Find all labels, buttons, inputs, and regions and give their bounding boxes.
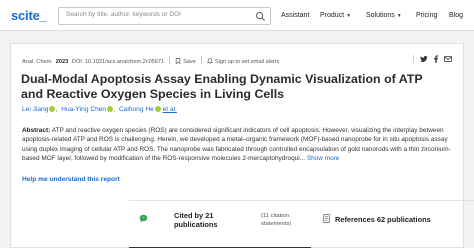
citation-tabs: " Cited by 21 publications (11 citation … xyxy=(129,200,474,248)
orcid-icon[interactable] xyxy=(154,106,161,112)
help-understand-report-link[interactable]: Help me understand this report xyxy=(22,176,120,183)
abstract: Abstract: ATP and reactive oxygen specie… xyxy=(22,126,454,163)
author-separator: , xyxy=(55,106,58,113)
email-icon[interactable] xyxy=(444,55,452,63)
meta-divider xyxy=(200,56,202,64)
tab-references[interactable]: References 62 publications xyxy=(312,201,474,248)
share-bar xyxy=(411,54,452,64)
search-input[interactable]: Search by title, author, keywords or DOI xyxy=(58,7,271,25)
more-authors-link[interactable]: et al. xyxy=(163,106,177,113)
bell-icon xyxy=(207,58,213,64)
nav-product[interactable]: Product ▼ xyxy=(320,12,351,19)
references-label: References 62 publications xyxy=(335,215,431,224)
journal-name[interactable]: Anal. Chem. xyxy=(22,59,53,65)
nav-blog[interactable]: Blog xyxy=(449,12,463,19)
citation-statements-count: (11 citation statements) xyxy=(261,213,292,227)
email-alerts-button[interactable]: Sign up to set email alerts xyxy=(207,58,279,65)
document-icon xyxy=(322,214,331,223)
nav-assistant[interactable]: Assistant xyxy=(281,12,309,19)
nav-pricing[interactable]: Pricing xyxy=(416,12,437,19)
meta-divider xyxy=(169,56,171,64)
tab-cited-by[interactable]: " Cited by 21 publications (11 citation … xyxy=(129,201,311,248)
search-placeholder: Search by title, author, keywords or DOI xyxy=(66,11,181,18)
author-link[interactable]: Lei Jiang xyxy=(22,106,48,113)
share-divider xyxy=(413,55,414,63)
paper-card: Anal. Chem. 2023 DOI: 10.1021/acs.analche… xyxy=(10,43,474,248)
chevron-down-icon: ▼ xyxy=(396,13,402,19)
quote-bubble-icon: " xyxy=(139,214,148,223)
doi-link[interactable]: DOI: 10.1021/acs.analchem.2c05671 xyxy=(72,59,164,65)
author-separator: , xyxy=(113,106,115,113)
twitter-icon[interactable] xyxy=(420,55,428,63)
nav-solutions[interactable]: Solutions ▼ xyxy=(366,12,402,19)
abstract-label: Abstract: xyxy=(22,127,51,134)
publication-year: 2023 xyxy=(55,59,69,65)
show-more-link[interactable]: Show more xyxy=(307,155,340,162)
chevron-down-icon: ▼ xyxy=(346,13,352,19)
facebook-icon[interactable] xyxy=(432,55,440,63)
cited-by-label: Cited by 21 publications xyxy=(174,211,218,229)
paper-meta: Anal. Chem. 2023 DOI: 10.1021/acs.analche… xyxy=(22,56,279,65)
bookmark-icon xyxy=(175,58,181,64)
author-link[interactable]: Caihong He xyxy=(119,106,154,113)
scite-logo[interactable]: scite_ xyxy=(11,8,47,23)
author-link[interactable]: Hua-Ying Chen xyxy=(61,106,106,113)
abstract-text: ATP and reactive oxygen species (ROS) ar… xyxy=(22,127,451,162)
author-list: Lei Jiang, Hua-Ying Chen, Caihong He et al… xyxy=(22,106,177,113)
top-navigation-bar: scite_ Search by title, author, keywords… xyxy=(0,0,474,31)
paper-title: Dual-Modal Apoptosis Assay Enabling Dyna… xyxy=(21,72,423,101)
save-button[interactable]: Save xyxy=(175,58,196,65)
search-icon[interactable] xyxy=(255,11,266,22)
